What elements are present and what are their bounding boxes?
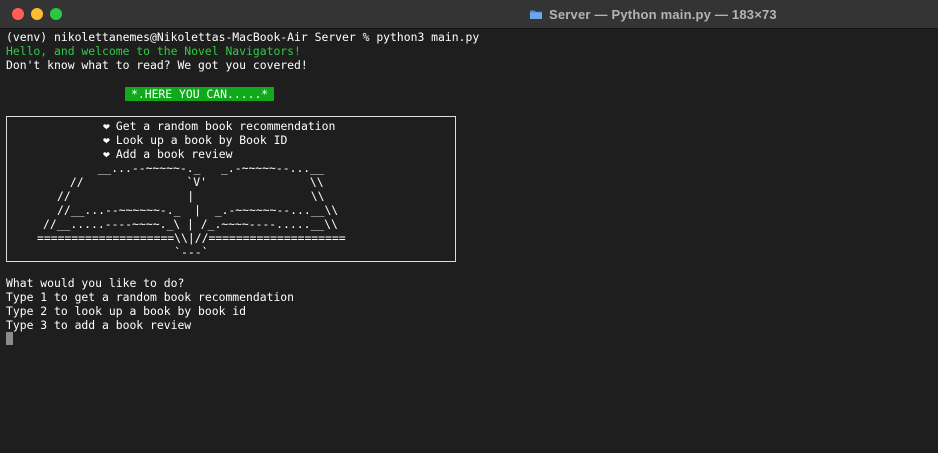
- menu-item-label: Add a book review: [115, 147, 233, 161]
- option-line: Type 1 to get a random book recommendati…: [6, 290, 295, 304]
- welcome-line: Hello, and welcome to the Novel Navigato…: [6, 44, 301, 58]
- input-line[interactable]: [6, 332, 932, 346]
- menu-item-label: Look up a book by Book ID: [115, 133, 288, 147]
- close-button[interactable]: [12, 8, 24, 20]
- folder-icon: [530, 10, 542, 19]
- question-line: What would you like to do?: [6, 276, 185, 290]
- book-art-line: ====================\\|//===============…: [37, 231, 346, 245]
- menu-box: ❤ Get a random book recommendation ❤ Look …: [6, 116, 456, 262]
- window-title: Server — Python main.py — 183×73: [549, 6, 777, 22]
- book-art-line: //__...--~~~~~~-._ | _.-~~~~~~--...__\\: [57, 203, 339, 217]
- option-line: Type 3 to add a book review: [6, 318, 192, 332]
- heart-icon: ❤: [103, 133, 110, 147]
- option-line: Type 2 to look up a book by book id: [6, 304, 247, 318]
- menu-item: ❤ Get a random book recommendation: [7, 119, 455, 133]
- heart-icon: ❤: [103, 119, 110, 133]
- menu-item: ❤ Add a book review: [7, 147, 455, 161]
- prompt-line: (venv) nikolettanemes@Nikolettas-MacBook…: [6, 30, 480, 44]
- book-art-line: // `V' \\: [63, 175, 324, 189]
- menu-item-label: Get a random book recommendation: [115, 119, 336, 133]
- terminal-output[interactable]: (venv) nikolettanemes@Nikolettas-MacBook…: [6, 30, 932, 448]
- book-art-line: //__.....----~~~~._\ | /_.~~~~----....._…: [43, 217, 338, 231]
- book-art-line: __...--~~~~~-._ _.-~~~~~--...__: [77, 161, 324, 175]
- minimize-button[interactable]: [31, 8, 43, 20]
- book-art-line: `---`: [37, 245, 209, 259]
- here-you-can-banner: *.HERE YOU CAN.....*: [125, 87, 275, 101]
- text-cursor: [6, 332, 13, 345]
- heart-icon: ❤: [103, 147, 110, 161]
- menu-item: ❤ Look up a book by Book ID: [7, 133, 455, 147]
- window-title-group: Server — Python main.py — 183×73: [529, 6, 777, 22]
- zoom-button[interactable]: [50, 8, 62, 20]
- book-art-line: // | \\: [57, 189, 325, 203]
- tagline: Don't know what to read? We got you cove…: [6, 58, 308, 72]
- title-bar: Server — Python main.py — 183×73: [0, 0, 938, 29]
- terminal-window: Server — Python main.py — 183×73 (venv) …: [0, 0, 938, 453]
